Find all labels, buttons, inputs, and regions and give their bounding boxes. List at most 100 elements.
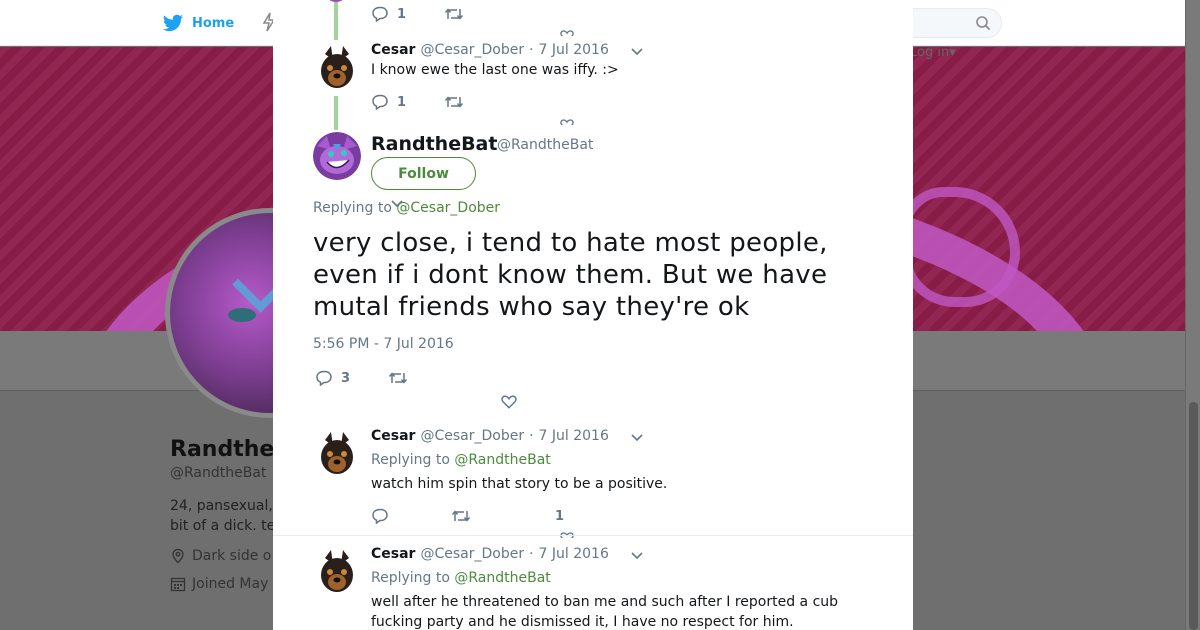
tweet-header: Cesar @Cesar_Dober · 7 Jul 2016 xyxy=(371,546,609,562)
tweet-text: well after he threatened to ban me and s… xyxy=(371,594,839,630)
retweet-button[interactable] xyxy=(388,370,408,386)
chevron-down-icon[interactable] xyxy=(631,552,643,560)
tweet-author-name[interactable]: Cesar xyxy=(371,42,415,58)
profile-location-text: Dark side o xyxy=(192,548,272,564)
scrollbar-thumb[interactable] xyxy=(1189,402,1198,630)
retweet-button[interactable] xyxy=(444,6,464,22)
replying-to: Replying to @RandtheBat xyxy=(371,452,551,468)
avatar[interactable] xyxy=(313,132,361,180)
tweet-actions: 1 xyxy=(371,506,564,526)
thread-line xyxy=(334,96,338,130)
profile-handle: @RandtheBat xyxy=(170,465,267,481)
chevron-down-icon: ▾ xyxy=(949,45,956,60)
profile-joined: Joined May xyxy=(170,576,268,592)
heart-icon[interactable] xyxy=(560,28,574,36)
tweet-author-handle[interactable]: @Cesar_Dober xyxy=(420,428,524,444)
follow-button[interactable]: Follow xyxy=(371,157,476,190)
profile-bio-line: bit of a dick. te xyxy=(170,518,276,534)
heart-icon[interactable] xyxy=(560,530,574,538)
avatar xyxy=(326,0,346,2)
reply-button[interactable]: 1 xyxy=(371,6,406,22)
replying-to: Replying to @RandtheBat xyxy=(371,570,551,586)
avatar[interactable] xyxy=(313,548,361,596)
thread-line xyxy=(334,0,338,40)
tweet-author-name[interactable]: Cesar xyxy=(371,428,415,444)
heart-icon[interactable] xyxy=(501,394,517,410)
tweet-author-name[interactable]: Cesar xyxy=(371,546,415,562)
reply-icon xyxy=(316,370,332,386)
tweet-date[interactable]: 7 Jul 2016 xyxy=(539,42,609,58)
like-count: 1 xyxy=(555,508,565,524)
replying-to-label: Replying to xyxy=(313,200,392,216)
separator-dot: · xyxy=(529,428,534,444)
tweet-modal: 1 Cesar @Cesar_Dober · 7 Jul 2016 I know… xyxy=(273,0,913,630)
tweet-text: I know ewe the last one was iffy. :> xyxy=(371,62,619,78)
close-icon[interactable] xyxy=(1154,12,1178,36)
retweet-icon xyxy=(444,96,464,108)
tweet-author-handle[interactable]: @Cesar_Dober xyxy=(420,546,524,562)
login-label: Log in xyxy=(910,45,950,60)
replying-to-link[interactable]: @Cesar_Dober xyxy=(396,200,500,216)
tweet-date[interactable]: 7 Jul 2016 xyxy=(539,428,609,444)
avatar-eye xyxy=(228,308,256,322)
replying-to-label: Replying to xyxy=(371,452,450,468)
nav-home-label: Home xyxy=(192,15,235,31)
login-link[interactable]: Log in▾ xyxy=(910,45,956,60)
replying-to: Replying to @Cesar_Dober xyxy=(313,200,500,216)
reply-count: 3 xyxy=(341,370,351,386)
profile-bio-line: 24, pansexual, xyxy=(170,498,273,514)
chevron-down-icon[interactable] xyxy=(631,434,643,442)
profile-bio: 24, pansexual, bit of a dick. te xyxy=(170,496,280,536)
reply-button[interactable]: 3 xyxy=(315,370,350,386)
profile-location: Dark side o xyxy=(170,548,271,564)
replying-to-link[interactable]: @RandtheBat xyxy=(454,452,550,468)
avatar[interactable] xyxy=(313,430,361,478)
separator-dot: · xyxy=(529,546,534,562)
nav-home-link[interactable]: Home xyxy=(162,12,234,34)
doberman-avatar-icon xyxy=(313,430,361,478)
calendar-icon xyxy=(170,577,186,592)
profile-name: Randthe xyxy=(170,437,275,462)
avatar[interactable] xyxy=(313,44,361,92)
doberman-avatar-icon xyxy=(313,548,361,596)
tweet-author-handle[interactable]: @RandtheBat xyxy=(497,137,593,153)
retweet-button[interactable] xyxy=(451,508,471,524)
tweet-actions: 1 xyxy=(371,4,464,24)
replying-to-link[interactable]: @RandtheBat xyxy=(454,570,550,586)
tweet-date[interactable]: 7 Jul 2016 xyxy=(539,546,609,562)
tweet-author-name[interactable]: RandtheBat xyxy=(371,133,497,155)
heart-icon[interactable] xyxy=(560,117,574,125)
reply-count: 1 xyxy=(397,94,407,110)
chevron-down-icon[interactable] xyxy=(391,200,403,208)
bat-avatar-icon xyxy=(313,132,361,180)
tweet-header: Cesar @Cesar_Dober · 7 Jul 2016 xyxy=(371,42,609,58)
tweet-text: very close, i tend to hate most people, … xyxy=(313,228,828,322)
retweet-button[interactable] xyxy=(444,94,464,110)
search-icon[interactable] xyxy=(975,15,991,31)
profile-joined-text: Joined May xyxy=(192,576,269,592)
chevron-down-icon[interactable] xyxy=(631,48,643,56)
replying-to-label: Replying to xyxy=(371,570,450,586)
page-scrollbar[interactable] xyxy=(1185,0,1200,630)
reply-icon xyxy=(372,94,388,110)
location-icon xyxy=(172,548,184,564)
reply-count: 1 xyxy=(397,6,407,22)
separator-dot: · xyxy=(529,42,534,58)
retweet-icon xyxy=(444,8,464,20)
retweet-icon xyxy=(388,372,408,384)
tweet-header: Cesar @Cesar_Dober · 7 Jul 2016 xyxy=(371,428,609,444)
reply-button[interactable]: 1 xyxy=(371,94,406,110)
twitter-bird-icon xyxy=(162,14,184,32)
like-button[interactable]: 1 xyxy=(555,509,564,524)
reply-icon xyxy=(372,6,388,22)
tweet-text: watch him spin that story to be a positi… xyxy=(371,476,668,492)
retweet-icon xyxy=(451,510,471,522)
tweet-author-handle[interactable]: @Cesar_Dober xyxy=(420,42,524,58)
doberman-avatar-icon xyxy=(313,44,361,92)
divider xyxy=(273,535,913,536)
tweet-timestamp[interactable]: 5:56 PM - 7 Jul 2016 xyxy=(313,336,454,352)
reply-icon xyxy=(372,508,388,524)
reply-button[interactable] xyxy=(371,508,389,524)
search-input[interactable] xyxy=(900,8,1002,38)
tweet-actions: 3 xyxy=(315,368,408,388)
